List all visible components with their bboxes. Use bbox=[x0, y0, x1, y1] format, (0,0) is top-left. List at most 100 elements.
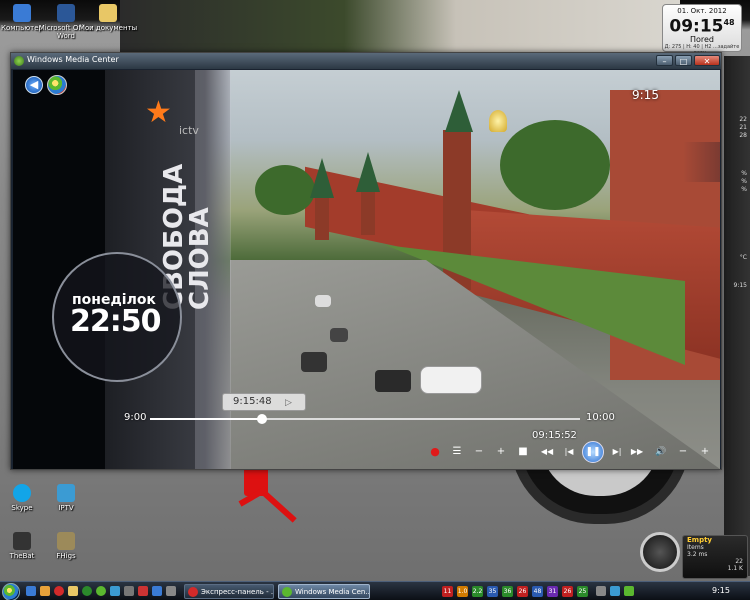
media-center-clock: 9:15 bbox=[632, 88, 659, 102]
live-tv-video[interactable]: ★ ictv СВОБОДА СЛОВА bbox=[105, 70, 720, 469]
seek-bar-handle[interactable] bbox=[256, 414, 267, 424]
task-button-opera[interactable]: Экспресс-панель - ... bbox=[184, 584, 274, 599]
gadget-sidebar: 22 21 28 % % % °C 9:15 bbox=[724, 56, 750, 576]
video-scene-car bbox=[301, 352, 327, 372]
iptv-icon bbox=[57, 484, 75, 502]
ictv-star-icon: ★ bbox=[145, 95, 172, 130]
quick-launch-icon[interactable] bbox=[40, 586, 50, 596]
wallpaper-stand-leg bbox=[259, 488, 297, 523]
media-center-icon bbox=[14, 56, 24, 66]
rewind-button[interactable]: ◀◀ bbox=[538, 441, 556, 463]
volume-down-button[interactable]: − bbox=[674, 441, 692, 463]
sidebar-value: % bbox=[741, 186, 747, 193]
desktop-wallpaper-top bbox=[120, 0, 680, 52]
window-titlebar[interactable]: Windows Media Center – □ ✕ bbox=[11, 53, 721, 69]
seek-bar-fill bbox=[150, 418, 262, 420]
meter-items-label: Items bbox=[687, 544, 704, 551]
quick-launch-icon[interactable] bbox=[138, 586, 148, 596]
tray-icon[interactable] bbox=[596, 586, 606, 596]
stop-button[interactable]: ■ bbox=[514, 441, 532, 463]
media-center-start-button[interactable] bbox=[47, 75, 67, 95]
live-time: 09:15:52 bbox=[532, 430, 577, 441]
task-button-label: Экспресс-панель - ... bbox=[201, 588, 274, 596]
taskbar-clock[interactable]: 9:15 bbox=[712, 586, 730, 595]
tray-indicator[interactable]: 31 bbox=[547, 586, 558, 597]
tray-indicator[interactable]: 2.2 bbox=[472, 586, 483, 597]
channel-down-button[interactable]: − bbox=[470, 441, 488, 463]
desktop-icon-documents[interactable]: Мои документы bbox=[76, 4, 140, 32]
desktop-icon-label: IPTV bbox=[58, 504, 74, 512]
meter-ping: 3.2 ms bbox=[687, 551, 708, 558]
word-icon bbox=[57, 4, 75, 22]
maximize-button[interactable]: □ bbox=[675, 55, 692, 66]
clock-seconds: 48 bbox=[723, 18, 735, 27]
volume-icon[interactable]: 🔊 bbox=[652, 441, 670, 463]
bat-icon bbox=[13, 532, 31, 550]
clock-gadget[interactable]: 01. Окт. 2012 09:1548 Поred Д: 275 | Н: … bbox=[662, 4, 742, 56]
seek-tooltip-time: 9:15:48 bbox=[233, 396, 272, 407]
skip-forward-button[interactable]: ▶| bbox=[608, 441, 626, 463]
sidebar-value: 28 bbox=[739, 132, 747, 139]
channel-up-button[interactable]: + bbox=[492, 441, 510, 463]
sidebar-value: 9:15 bbox=[733, 282, 747, 289]
meter-value: 1.1 K bbox=[727, 565, 743, 572]
tray-icon[interactable] bbox=[610, 586, 620, 596]
minimize-button[interactable]: – bbox=[656, 55, 673, 66]
quick-launch-icon[interactable] bbox=[26, 586, 36, 596]
record-gadget[interactable] bbox=[640, 532, 680, 572]
tray-indicator[interactable]: 48 bbox=[532, 586, 543, 597]
clock-overlay-background bbox=[683, 142, 720, 182]
video-scene-car bbox=[330, 328, 348, 342]
quick-launch-icon[interactable] bbox=[152, 586, 162, 596]
clock-date: 01. Окт. 2012 bbox=[677, 7, 727, 15]
close-button[interactable]: ✕ bbox=[694, 55, 720, 66]
meter-value: 22 bbox=[735, 558, 743, 565]
pause-button[interactable]: ❚❚ bbox=[582, 441, 604, 463]
media-center-icon bbox=[282, 587, 292, 597]
channel-logo: ictv bbox=[179, 124, 199, 137]
video-scene-car bbox=[375, 370, 411, 392]
folder-icon bbox=[99, 4, 117, 22]
tray-indicator[interactable]: 36 bbox=[502, 586, 513, 597]
video-scene-tower-roof bbox=[445, 90, 473, 132]
start-button[interactable] bbox=[2, 583, 20, 600]
tray-indicator[interactable]: 25 bbox=[577, 586, 588, 597]
tray-indicator[interactable]: 1.0 bbox=[457, 586, 468, 597]
desktop-icon-iptv[interactable]: IPTV bbox=[34, 484, 98, 512]
tray-indicator[interactable]: 35 bbox=[487, 586, 498, 597]
quick-launch-icon[interactable] bbox=[68, 586, 78, 596]
sidebar-value: 21 bbox=[739, 124, 747, 131]
app-icon bbox=[57, 532, 75, 550]
tray-indicator[interactable]: 26 bbox=[517, 586, 528, 597]
tray-icon[interactable] bbox=[624, 586, 634, 596]
opera-icon[interactable] bbox=[54, 586, 64, 596]
network-meter-gadget: Empty Items 3.2 ms 22 1.1 K bbox=[682, 535, 748, 579]
play-icon: ▷ bbox=[285, 398, 292, 408]
quick-launch-icon[interactable] bbox=[110, 586, 120, 596]
tray-indicator[interactable]: 11 bbox=[442, 586, 453, 597]
meter-title: Empty bbox=[687, 536, 712, 544]
quick-launch-icon[interactable] bbox=[82, 586, 92, 596]
tray-indicator[interactable]: 26 bbox=[562, 586, 573, 597]
schedule-time: 22:50 bbox=[70, 304, 161, 339]
video-scene-dome bbox=[489, 110, 507, 132]
task-button-media-center[interactable]: Windows Media Cen... bbox=[278, 584, 370, 599]
back-arrow-icon[interactable]: ◀ bbox=[25, 76, 43, 94]
record-button[interactable]: ● bbox=[426, 441, 444, 463]
video-scene-car bbox=[315, 295, 331, 307]
fast-forward-button[interactable]: ▶▶ bbox=[628, 441, 646, 463]
sidebar-value: % bbox=[741, 170, 747, 177]
video-scene-tower-roof bbox=[310, 158, 334, 198]
desktop-icon-label: Skype bbox=[11, 504, 33, 512]
quick-launch-icon[interactable] bbox=[166, 586, 176, 596]
task-button-label: Windows Media Cen... bbox=[295, 588, 370, 596]
guide-button[interactable]: ☰ bbox=[448, 441, 466, 463]
desktop-icon-fhigs[interactable]: FHigs bbox=[34, 532, 98, 560]
seek-start-time: 9:00 bbox=[124, 412, 147, 423]
volume-up-button[interactable]: + bbox=[696, 441, 714, 463]
skip-back-button[interactable]: |◀ bbox=[560, 441, 578, 463]
quick-launch-icon[interactable] bbox=[124, 586, 134, 596]
desktop-icon-label: TheBat bbox=[9, 552, 35, 560]
seek-bar[interactable] bbox=[150, 414, 580, 424]
quick-launch-icon[interactable] bbox=[96, 586, 106, 596]
